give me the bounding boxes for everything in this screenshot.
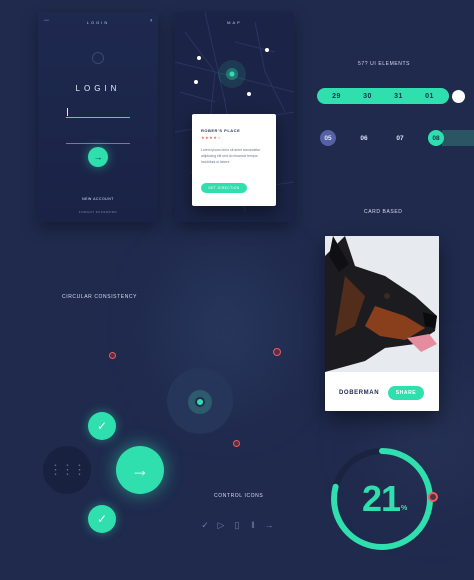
check-button-top[interactable]: ✓ [88,412,116,440]
indicator-dot [273,348,281,356]
play-icon[interactable]: ▷ [216,520,226,530]
number-selector: 05 06 07 08 [318,130,474,146]
date-pill-1[interactable]: 29 [332,93,341,100]
login-header: LOGIN [86,20,110,25]
control-icons-label: CONTROL ICONS [214,493,264,499]
date-pill-4[interactable]: 01 [425,93,434,100]
text-cursor [67,108,68,116]
progress-unit: % [401,505,408,512]
card-based-label: CARD BASED [364,209,403,215]
map-header: MAP [227,20,242,25]
check-button-bottom[interactable]: ✓ [88,505,116,533]
submit-button[interactable]: → [88,147,108,167]
dog-name: DOBERMAN [339,390,380,396]
indicator-dot [233,440,240,447]
get-direction-button[interactable]: GET DIRECTION [201,183,247,193]
number-item-05[interactable]: 05 [320,130,336,146]
password-field[interactable] [66,143,130,144]
grid-menu-button[interactable]: ⋮⋮⋮ [43,446,91,494]
forgot-password-link[interactable]: FORGOT PASSWORD [38,210,158,214]
control-icons-row: ✓ ▷ ▯ ‖ → [200,520,274,531]
indicator-dot [109,352,116,359]
arrow-right-icon[interactable]: → [264,520,274,530]
circular-label: CIRCULAR CONSISTENCY [62,294,138,300]
location-dot[interactable] [195,397,205,407]
arrow-right-icon: → [131,459,149,480]
number-item-06[interactable]: 06 [356,130,372,146]
grid-icon: ⋮⋮⋮ [49,462,86,477]
check-icon: ✓ [96,512,108,526]
dog-photo [325,236,439,372]
share-button[interactable]: SHARE [388,386,424,400]
number-item-08[interactable]: 08 [428,130,444,146]
check-icon: ✓ [96,419,108,433]
number-item-09[interactable] [464,130,474,146]
check-icon[interactable]: ✓ [200,520,210,530]
number-item-07[interactable]: 07 [392,130,408,146]
username-field[interactable] [66,117,130,118]
elements-label: 57? UI ELEMENTS [358,61,411,67]
progress-knob[interactable] [428,492,438,502]
new-account-link[interactable]: NEW ACCOUNT [38,197,158,201]
slider-knob[interactable] [452,90,465,103]
progress-value: 21 [362,478,401,519]
doberman-image [325,236,439,372]
login-screen-card: ••••• ▮ LOGIN LOGIN → NEW ACCOUNT FORGOT … [38,12,158,222]
dog-card: DOBERMAN SHARE [325,236,439,411]
date-pill-3[interactable]: 31 [394,93,403,100]
date-pill-2[interactable]: 30 [363,93,372,100]
place-title: ROBER'S PLACE [201,128,241,133]
arrow-right-icon: → [93,152,103,162]
place-description: Lorem ipsum dolor sit amet consectetur a… [201,148,261,164]
date-pill-selector[interactable]: 29 30 31 01 [317,88,449,104]
mouse-icon[interactable]: ▯ [232,520,242,530]
logo-icon [92,52,104,64]
pause-icon[interactable]: ‖ [248,520,258,530]
rating-stars: ★★★★☆ [201,135,222,140]
next-button[interactable]: → [116,446,164,494]
place-info-card: ROBER'S PLACE ★★★★☆ Lorem ipsum dolor si… [192,114,276,206]
login-title: LOGIN [75,84,121,93]
